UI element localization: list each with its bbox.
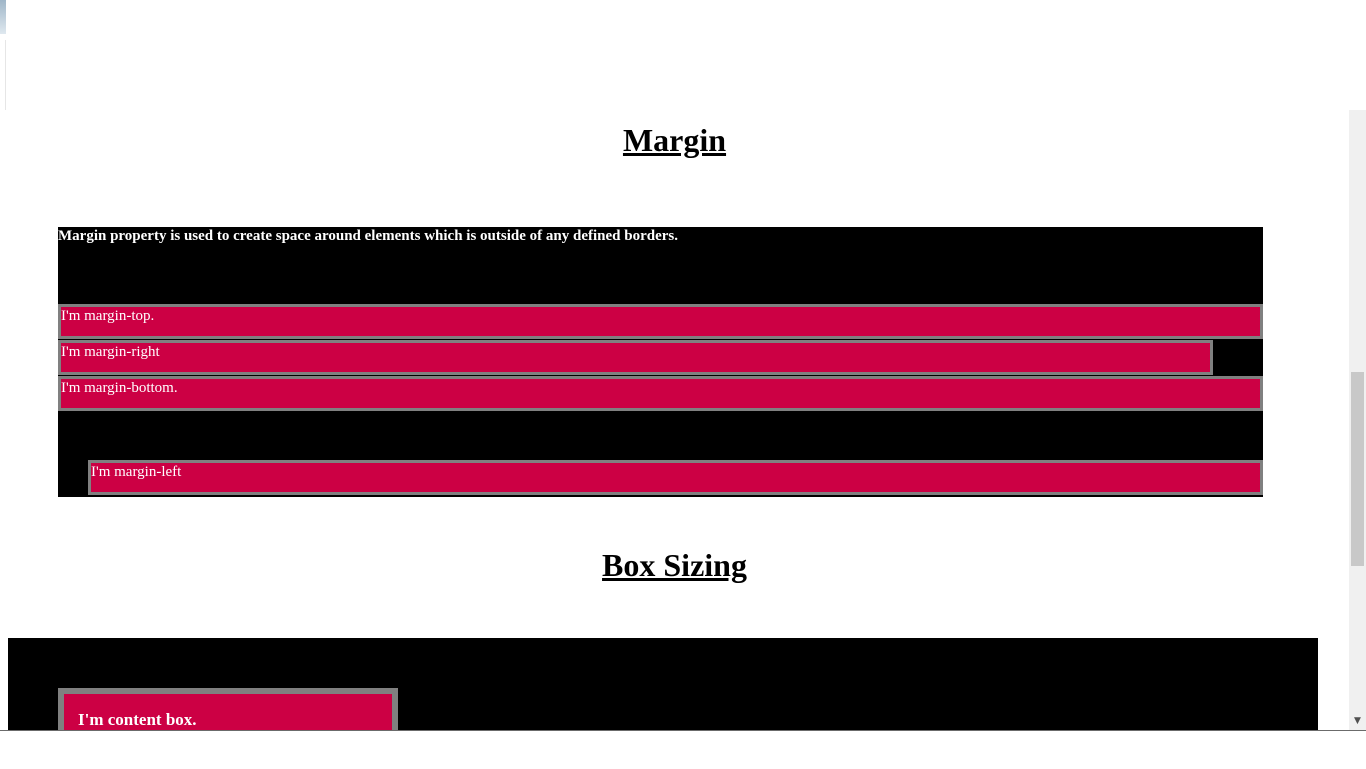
bottom-status-bar [0,730,1366,769]
margin-right-label: I'm margin-right [61,344,160,360]
top-blank-area [0,0,1366,110]
margin-right-box: I'm margin-right [58,340,1213,375]
window-corner-icon [0,0,6,34]
vertical-scrollbar[interactable]: ▼ [1349,110,1366,730]
content-box: I'm content box. [58,688,398,730]
margin-bottom-label: I'm margin-bottom. [61,380,178,396]
margin-left-label: I'm margin-left [91,464,182,480]
margin-section-title: Margin [622,122,727,158]
divider [5,40,6,110]
box-sizing-section-title: Box Sizing [602,547,747,583]
margin-bottom-box: I'm margin-bottom. [58,376,1263,411]
margin-top-box: I'm margin-top. [58,304,1263,339]
margin-top-label: I'm margin-top. [61,308,155,324]
scrollbar-thumb[interactable] [1351,372,1364,566]
page-content: Margin Margin property is used to create… [0,110,1349,730]
margin-description: Margin property is used to create space … [58,228,678,244]
margin-demo-box: Margin property is used to create space … [58,227,1263,497]
box-sizing-demo-box: I'm content box. [8,638,1318,730]
scroll-down-arrow-icon[interactable]: ▼ [1349,714,1366,728]
margin-left-box: I'm margin-left [88,460,1263,495]
